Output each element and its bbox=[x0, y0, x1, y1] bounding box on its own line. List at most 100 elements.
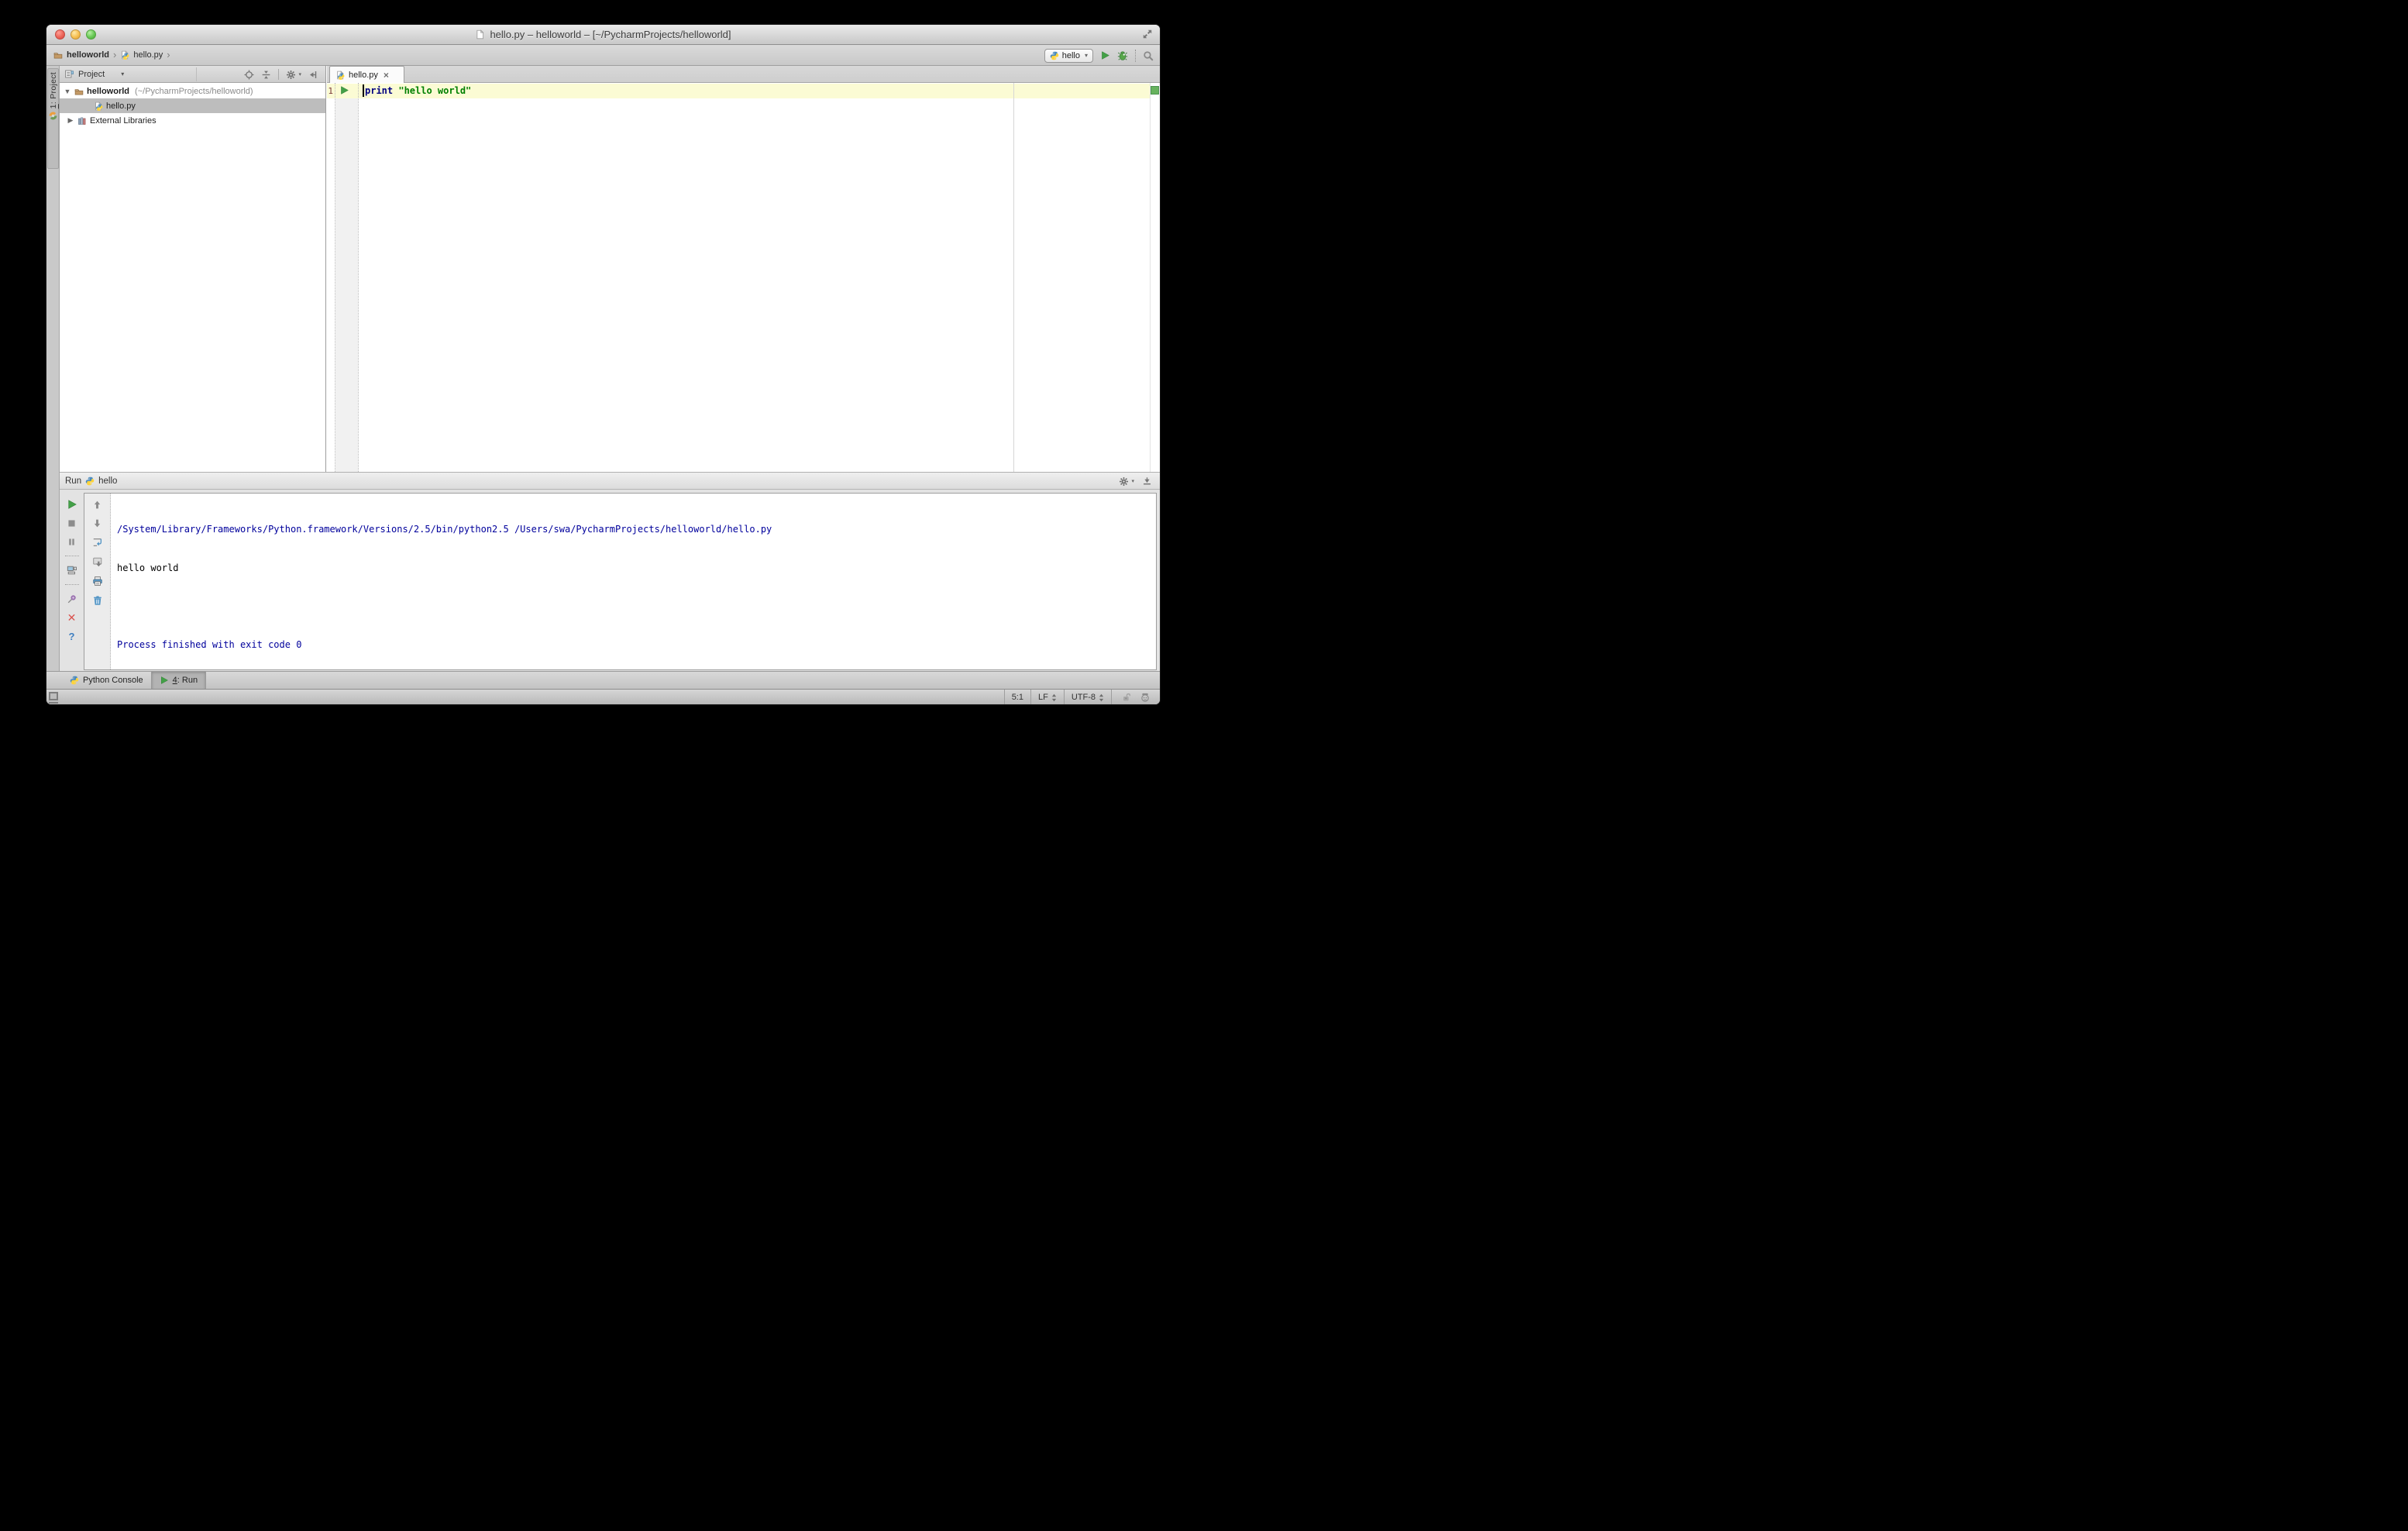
run-button[interactable] bbox=[1100, 50, 1110, 60]
console-output[interactable]: /System/Library/Frameworks/Python.framew… bbox=[117, 497, 1153, 668]
scroll-to-end-button[interactable] bbox=[92, 556, 103, 567]
settings-gear-button[interactable] bbox=[286, 70, 296, 80]
encoding-value: UTF-8 bbox=[1071, 693, 1096, 702]
expand-collapse-icon[interactable]: ▼ bbox=[64, 88, 71, 95]
chevron-down-icon: ▾ bbox=[1084, 52, 1088, 59]
editor-body[interactable]: 1 print "hello world" bbox=[327, 83, 1160, 472]
minimize-window-button[interactable] bbox=[71, 29, 81, 40]
toolbar-separator bbox=[64, 584, 79, 585]
run-tab-button[interactable]: 4: Run bbox=[150, 671, 207, 690]
tab-label: hello.py bbox=[349, 70, 378, 80]
breadcrumb-project[interactable]: helloworld bbox=[67, 50, 109, 60]
run-config-name: hello bbox=[98, 476, 118, 486]
header-separator bbox=[196, 67, 197, 81]
tree-row-external-libraries[interactable]: ▶ External Libraries bbox=[60, 113, 325, 128]
search-everywhere-icon[interactable] bbox=[1143, 50, 1154, 61]
run-configuration-select[interactable]: hello ▾ bbox=[1044, 48, 1093, 63]
window-title: hello.py – helloworld – [~/PycharmProjec… bbox=[490, 29, 731, 40]
rerun-button[interactable] bbox=[67, 499, 77, 510]
clear-console-button[interactable] bbox=[92, 595, 103, 606]
python-file-icon bbox=[120, 50, 129, 60]
project-panel-toolbar: ▾ bbox=[244, 66, 318, 83]
status-widgets: 5:1 LF UTF-8 bbox=[1003, 690, 1160, 704]
right-margin-guide bbox=[1013, 83, 1014, 472]
caret-position-value: 5:1 bbox=[1011, 693, 1023, 702]
readonly-lock-icon[interactable] bbox=[1121, 692, 1132, 703]
error-stripe-column[interactable] bbox=[1150, 83, 1160, 472]
pause-button[interactable] bbox=[67, 537, 77, 547]
down-stacktrace-button[interactable] bbox=[92, 518, 102, 528]
up-stacktrace-button[interactable] bbox=[92, 500, 102, 510]
python-file-icon bbox=[94, 101, 103, 111]
python-console-button[interactable]: Python Console bbox=[62, 672, 151, 690]
chevron-down-icon: ▾ bbox=[1131, 479, 1134, 484]
text-caret bbox=[363, 84, 364, 97]
collapse-all-button[interactable] bbox=[261, 70, 271, 80]
chevron-down-icon: ▾ bbox=[121, 71, 125, 77]
close-tab-icon[interactable]: × bbox=[384, 70, 389, 81]
console-line: Process finished with exit code 0 bbox=[117, 638, 302, 650]
project-tree: ▼ helloworld (~/PycharmProjects/hellowor… bbox=[60, 84, 325, 472]
tree-row-project-root[interactable]: ▼ helloworld (~/PycharmProjects/hellowor… bbox=[60, 84, 325, 98]
tree-row-hello-py[interactable]: hello.py bbox=[60, 98, 325, 113]
inspections-ok-indicator[interactable] bbox=[1151, 86, 1159, 95]
zoom-window-button[interactable] bbox=[86, 29, 96, 40]
run-tool-window: Run hello ▾ ✕ ? /System/Library/Framewor… bbox=[60, 472, 1160, 671]
hide-panel-button[interactable] bbox=[308, 70, 318, 80]
project-panel: Project ▾ ▾ ▼ helloworld (~/PycharmProje… bbox=[60, 66, 326, 472]
scroll-from-source-button[interactable] bbox=[244, 69, 254, 80]
editor-area: hello.py × 1 print "hello world" bbox=[327, 66, 1160, 472]
traffic-lights bbox=[55, 29, 96, 40]
encoding-widget[interactable]: UTF-8 bbox=[1063, 690, 1111, 704]
line-separator-value: LF bbox=[1037, 693, 1048, 702]
title-bar[interactable]: hello.py – helloworld – [~/PycharmProjec… bbox=[46, 25, 1160, 45]
toolbar-separator bbox=[1135, 49, 1136, 62]
bottom-tool-window-bar: Python Console 4: Run bbox=[46, 671, 1160, 690]
project-view-icon bbox=[64, 69, 74, 79]
python-file-icon bbox=[335, 70, 345, 80]
pin-tab-button[interactable] bbox=[67, 593, 77, 604]
python-icon bbox=[1050, 51, 1059, 60]
run-controls: hello ▾ bbox=[1044, 45, 1154, 66]
left-tool-window-bar: 1: Project bbox=[46, 66, 60, 671]
debug-button[interactable] bbox=[1117, 50, 1128, 61]
settings-gear-button[interactable] bbox=[1119, 477, 1129, 487]
gutter-border bbox=[358, 83, 359, 472]
fullscreen-grip-icon[interactable] bbox=[1142, 29, 1153, 40]
soft-wrap-button[interactable] bbox=[92, 537, 103, 548]
tree-node-name: helloworld bbox=[87, 86, 129, 96]
code-line-1[interactable]: print "hello world" bbox=[365, 85, 471, 96]
run-configuration-name: hello bbox=[1061, 50, 1080, 60]
toggle-toolwindows-button[interactable] bbox=[49, 692, 58, 700]
hide-panel-button[interactable] bbox=[1142, 477, 1152, 487]
run-panel-toolbar: ▾ bbox=[1119, 473, 1152, 490]
line-separator-widget[interactable]: LF bbox=[1030, 690, 1064, 704]
breadcrumb-file[interactable]: hello.py bbox=[133, 50, 163, 60]
sidebar-item-project[interactable]: 1: Project bbox=[47, 68, 59, 169]
navigation-bar: helloworld › hello.py › hello ▾ bbox=[46, 45, 1160, 66]
help-button[interactable]: ? bbox=[69, 631, 75, 642]
tab-hello-py[interactable]: hello.py × bbox=[329, 66, 404, 83]
show-running-processes-button[interactable] bbox=[67, 565, 77, 576]
print-button[interactable] bbox=[92, 576, 103, 587]
pycharm-logo-icon bbox=[48, 111, 58, 121]
console-frame: /System/Library/Frameworks/Python.framew… bbox=[84, 493, 1157, 670]
spinner-arrows-icon bbox=[1099, 693, 1104, 702]
toggle-toolwindows-underline bbox=[49, 702, 58, 704]
project-panel-header[interactable]: Project ▾ ▾ bbox=[60, 66, 325, 83]
keyword-token: print bbox=[365, 85, 394, 96]
close-console-button[interactable]: ✕ bbox=[67, 612, 77, 623]
run-line-marker-icon[interactable] bbox=[339, 85, 349, 95]
tree-node-name: hello.py bbox=[106, 101, 136, 111]
expand-collapse-icon[interactable]: ▶ bbox=[67, 116, 74, 125]
chevron-down-icon: ▾ bbox=[298, 72, 301, 77]
breadcrumb-chevron-icon: › bbox=[167, 49, 170, 60]
project-view-label: Project bbox=[78, 69, 105, 79]
spinner-arrows-icon bbox=[1051, 693, 1057, 702]
hector-inspector-icon[interactable] bbox=[1140, 692, 1151, 703]
stop-button[interactable] bbox=[67, 518, 77, 528]
caret-position-widget[interactable]: 5:1 bbox=[1003, 690, 1030, 704]
run-panel-header[interactable]: Run hello ▾ bbox=[60, 473, 1160, 490]
console-line: /System/Library/Frameworks/Python.framew… bbox=[117, 524, 772, 535]
close-window-button[interactable] bbox=[55, 29, 65, 40]
